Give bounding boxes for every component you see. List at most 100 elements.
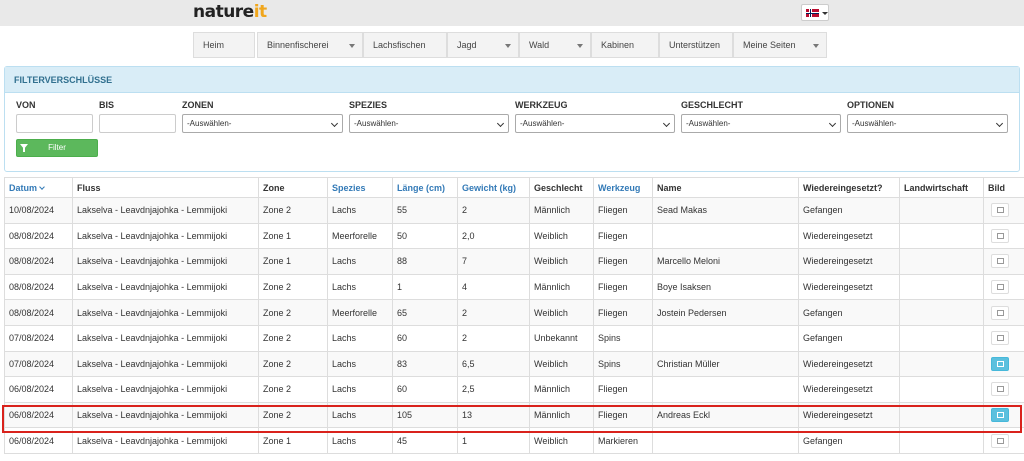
table-cell: Fliegen <box>593 222 653 250</box>
table-cell: 65 <box>392 299 458 326</box>
table-cell: Weiblich <box>529 299 594 326</box>
zonen-select[interactable]: -Auswählen- <box>182 114 343 133</box>
image-icon[interactable] <box>991 408 1009 423</box>
table-cell <box>899 376 984 403</box>
chevron-down-icon <box>995 119 1004 128</box>
nav-item-lachsfischen[interactable]: Lachsfischen <box>363 32 447 58</box>
table-cell <box>899 222 984 250</box>
table-cell: Lachs <box>327 401 393 429</box>
image-icon[interactable] <box>991 382 1009 397</box>
column-header-gewicht[interactable]: Gewicht (kg) <box>457 177 530 198</box>
table-cell: Zone 2 <box>258 273 328 301</box>
table-cell: Fliegen <box>593 299 653 326</box>
label-von: VON <box>16 100 36 110</box>
bis-date-input[interactable] <box>99 114 176 133</box>
von-date-input[interactable] <box>16 114 93 133</box>
table-cell: 2 <box>457 324 530 352</box>
table-cell: Männlich <box>529 273 594 301</box>
table-cell: 2 <box>457 299 530 326</box>
table-cell: 2 <box>457 197 530 224</box>
column-header-zone: Zone <box>258 177 328 198</box>
table-cell: Spins <box>593 324 653 352</box>
table-cell-image <box>983 299 1024 326</box>
column-header-werkzeug[interactable]: Werkzeug <box>593 177 653 198</box>
spezies-select[interactable]: -Auswählen- <box>349 114 509 133</box>
table-cell: Jostein Pedersen <box>652 299 799 326</box>
table-body: 10/08/2024 Lakselva - Leavdnjajohka - Lem… <box>4 197 1024 454</box>
table-cell: Männlich <box>529 401 594 429</box>
table-row[interactable]: 10/08/2024 Lakselva - Leavdnjajohka - Lem… <box>4 197 1024 224</box>
language-selector[interactable] <box>801 4 829 21</box>
filter-button[interactable]: Filter <box>16 139 98 157</box>
label-optionen: OPTIONEN <box>847 100 895 110</box>
table-cell: 10/08/2024 <box>4 197 73 224</box>
filter-panel-title: FILTERVERSCHLÜSSE <box>5 67 1019 93</box>
table-row[interactable]: 07/08/2024 Lakselva - Leavdnjajohka - Lem… <box>4 350 1024 378</box>
chevron-down-icon <box>662 119 671 128</box>
table-cell-image <box>983 376 1024 403</box>
natureit-logo[interactable]: natureit <box>193 2 267 22</box>
nav-item-binnenfischerei[interactable]: Binnenfischerei <box>257 32 363 58</box>
label-spezies: SPEZIES <box>349 100 388 110</box>
image-icon[interactable] <box>991 331 1009 346</box>
image-icon[interactable] <box>991 356 1009 371</box>
table-cell <box>899 324 984 352</box>
table-cell: Weiblich <box>529 350 594 378</box>
table-cell <box>899 427 984 454</box>
table-row[interactable]: 08/08/2024 Lakselva - Leavdnjajohka - Lem… <box>4 222 1024 250</box>
table-cell: 7 <box>457 248 530 275</box>
image-icon[interactable] <box>991 254 1009 269</box>
table-cell: Lachs <box>327 248 393 275</box>
table-cell: Lachs <box>327 350 393 378</box>
geschlecht-select[interactable]: -Auswählen- <box>681 114 841 133</box>
table-cell: Lachs <box>327 273 393 301</box>
table-cell <box>899 197 984 224</box>
table-cell: Sead Makas <box>652 197 799 224</box>
caret-down-icon <box>822 12 828 15</box>
column-header-bild: Bild <box>983 177 1024 198</box>
nav-item-heim[interactable]: Heim <box>193 32 255 58</box>
table-cell: 08/08/2024 <box>4 248 73 275</box>
column-header-name: Name <box>652 177 799 198</box>
werkzeug-select[interactable]: -Auswählen- <box>515 114 675 133</box>
chevron-down-icon <box>496 119 505 128</box>
nav-item-jagd[interactable]: Jagd <box>447 32 519 58</box>
nav-item-kabinen[interactable]: Kabinen <box>591 32 659 58</box>
table-cell: Lakselva - Leavdnjajohka - Lemmijoki <box>72 197 259 224</box>
nav-item-meine-seiten[interactable]: Meine Seiten <box>733 32 827 58</box>
image-icon[interactable] <box>991 433 1009 448</box>
table-cell: Weiblich <box>529 248 594 275</box>
image-icon[interactable] <box>991 203 1009 218</box>
table-row[interactable]: 07/08/2024 Lakselva - Leavdnjajohka - Lem… <box>4 324 1024 352</box>
table-row[interactable]: 06/08/2024 Lakselva - Leavdnjajohka - Lem… <box>4 427 1024 454</box>
table-cell <box>899 248 984 275</box>
chevron-down-icon <box>505 44 511 48</box>
table-cell: Fliegen <box>593 376 653 403</box>
chevron-down-icon <box>330 119 339 128</box>
table-row[interactable]: 06/08/2024 Lakselva - Leavdnjajohka - Lem… <box>4 401 1024 429</box>
image-icon[interactable] <box>991 280 1009 295</box>
table-cell: Lachs <box>327 197 393 224</box>
table-cell: 105 <box>392 401 458 429</box>
column-header-datum[interactable]: Datum <box>4 177 73 198</box>
table-row[interactable]: 08/08/2024 Lakselva - Leavdnjajohka - Lem… <box>4 299 1024 326</box>
table-cell: Zone 2 <box>258 376 328 403</box>
image-icon[interactable] <box>991 228 1009 243</box>
column-header-spezies[interactable]: Spezies <box>327 177 393 198</box>
table-row[interactable]: 06/08/2024 Lakselva - Leavdnjajohka - Lem… <box>4 376 1024 403</box>
table-cell: Meerforelle <box>327 299 393 326</box>
table-cell: Fliegen <box>593 197 653 224</box>
table-cell: Zone 2 <box>258 401 328 429</box>
norway-flag-icon <box>806 9 819 17</box>
table-cell: Lakselva - Leavdnjajohka - Lemmijoki <box>72 427 259 454</box>
table-cell: 08/08/2024 <box>4 273 73 301</box>
column-header-laenge[interactable]: Länge (cm) <box>392 177 458 198</box>
optionen-select[interactable]: -Auswählen- <box>847 114 1008 133</box>
table-cell: Wiedereingesetzt <box>798 222 900 250</box>
table-row[interactable]: 08/08/2024 Lakselva - Leavdnjajohka - Lem… <box>4 248 1024 275</box>
image-icon[interactable] <box>991 305 1009 320</box>
table-row[interactable]: 08/08/2024 Lakselva - Leavdnjajohka - Lem… <box>4 273 1024 301</box>
table-cell-image <box>983 350 1024 378</box>
nav-item-unterstuetzen[interactable]: Unterstützen <box>659 32 733 58</box>
nav-item-wald[interactable]: Wald <box>519 32 591 58</box>
